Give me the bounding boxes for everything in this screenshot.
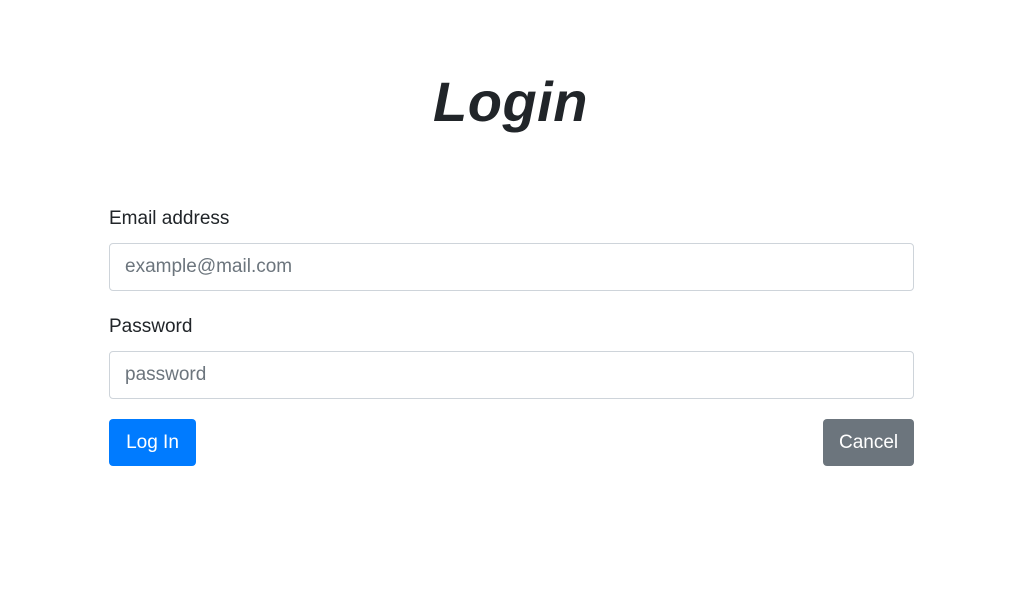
login-form: Email address Password Log In Cancel [109,205,914,466]
email-label: Email address [109,208,230,229]
cancel-button[interactable]: Cancel [823,419,914,466]
page-title: Login [433,70,588,133]
password-field[interactable] [109,351,914,399]
login-page: Login Email address Password Log In Canc… [0,0,1033,616]
password-label: Password [109,316,193,337]
login-button[interactable]: Log In [109,419,196,466]
email-group: Email address [109,205,914,291]
email-field[interactable] [109,243,914,291]
form-actions: Log In Cancel [109,419,914,466]
password-group: Password [109,313,914,399]
